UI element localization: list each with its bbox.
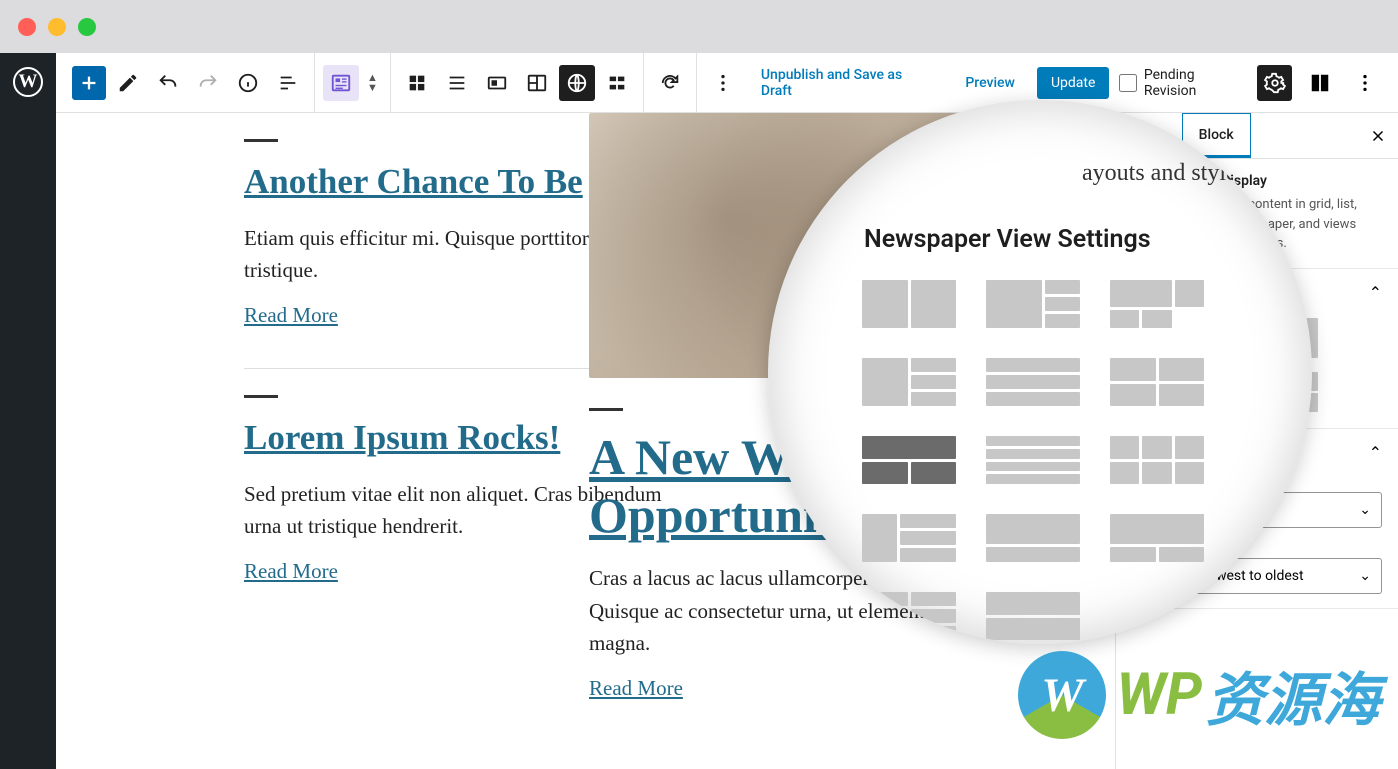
- jetpack-button[interactable]: [1302, 65, 1337, 101]
- layout-option[interactable]: [1110, 358, 1204, 406]
- edit-tool-button[interactable]: [110, 65, 146, 101]
- magnifier-panel-title: Newspaper View Settings: [864, 225, 1272, 254]
- more-options-button[interactable]: [1347, 65, 1382, 101]
- layout-option[interactable]: [986, 280, 1080, 328]
- close-sidebar-button[interactable]: [1358, 113, 1398, 158]
- unpublish-button[interactable]: Unpublish and Save as Draft: [749, 59, 943, 107]
- layout-option[interactable]: [986, 358, 1080, 406]
- chevron-up-icon: ⌃: [1369, 443, 1382, 462]
- magnifier-bg-text: ayouts and styles.: [848, 160, 1272, 187]
- magnifier-overlay: ayouts and styles. Newspaper View Settin…: [768, 100, 1312, 644]
- mac-titlebar: [0, 0, 1398, 53]
- settings-button[interactable]: [1257, 65, 1292, 101]
- frontpage-view-icon[interactable]: [519, 65, 555, 101]
- watermark: W WP 资源海: [1018, 651, 1380, 739]
- block-options-button[interactable]: [705, 65, 741, 101]
- layout-option[interactable]: [1110, 280, 1204, 328]
- layout-option[interactable]: [1110, 436, 1204, 484]
- undo-button[interactable]: [150, 65, 186, 101]
- layout-option[interactable]: [862, 280, 956, 328]
- layout-option[interactable]: [862, 358, 956, 406]
- redo-button[interactable]: [190, 65, 226, 101]
- wp-admin-bar: W: [0, 53, 56, 769]
- post-divider: [244, 139, 278, 142]
- chevron-down-icon: ⌄: [1359, 502, 1371, 518]
- layout-option[interactable]: [986, 592, 1080, 640]
- list-view-icon[interactable]: [439, 65, 475, 101]
- layout-option[interactable]: [862, 514, 956, 562]
- watermark-logo-icon: W: [1018, 651, 1106, 739]
- layout-option-selected[interactable]: [862, 436, 956, 484]
- block-mover[interactable]: ▲▼: [363, 73, 382, 93]
- details-button[interactable]: [230, 65, 266, 101]
- newspaper-view-icon[interactable]: [559, 65, 595, 101]
- pending-revision-label: Pending Revision: [1144, 67, 1247, 99]
- refresh-button[interactable]: [652, 65, 688, 101]
- chevron-up-icon: ⌃: [1369, 283, 1382, 302]
- grid-view-icon[interactable]: [399, 65, 435, 101]
- layout-option[interactable]: [1110, 514, 1204, 562]
- read-more-link[interactable]: Read More: [589, 676, 683, 701]
- layout-option[interactable]: [986, 436, 1080, 484]
- preview-button[interactable]: Preview: [953, 67, 1027, 99]
- layout-option[interactable]: [986, 514, 1080, 562]
- minimize-window-button[interactable]: [48, 18, 66, 36]
- editor-toolbar: ▲▼ Unpublish and Save as Dr: [56, 53, 1398, 113]
- close-window-button[interactable]: [18, 18, 36, 36]
- pending-revision-checkbox[interactable]: Pending Revision: [1119, 67, 1247, 99]
- content-display-block-icon[interactable]: [323, 65, 359, 101]
- chevron-down-icon: ⌄: [1359, 568, 1371, 584]
- slider-view-icon[interactable]: [599, 65, 635, 101]
- read-more-link[interactable]: Read More: [244, 559, 338, 584]
- update-button[interactable]: Update: [1037, 67, 1109, 99]
- layout-option[interactable]: [862, 592, 956, 640]
- layout-grid: [862, 280, 1272, 640]
- card-view-icon[interactable]: [479, 65, 515, 101]
- post-divider: [244, 395, 278, 398]
- post-divider: [589, 408, 623, 411]
- read-more-link[interactable]: Read More: [244, 303, 338, 328]
- add-block-button[interactable]: [72, 66, 106, 100]
- maximize-window-button[interactable]: [78, 18, 96, 36]
- wordpress-logo-icon[interactable]: W: [13, 67, 43, 97]
- outline-button[interactable]: [270, 65, 306, 101]
